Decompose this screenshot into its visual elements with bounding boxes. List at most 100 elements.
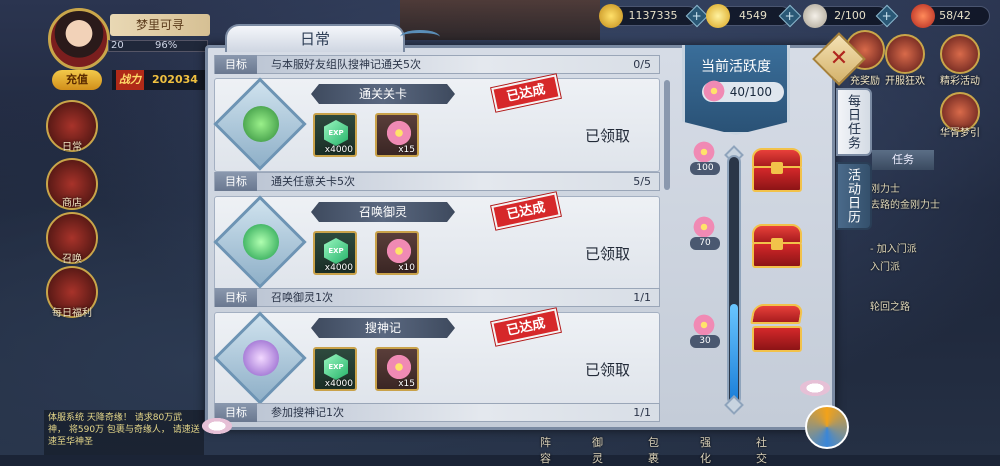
task-title: 通关关卡 [311,84,455,104]
reward-exp[interactable]: EXP x4000 [313,231,357,275]
flower-icon [702,79,726,103]
lock-icon [771,162,783,174]
add-stamina-button[interactable]: + [875,4,899,28]
task-line: 刚力士 [870,184,900,195]
server-carnival-icon[interactable] [885,34,925,74]
exp-gem-icon: EXP [324,238,348,264]
reward-qty: x4000 [324,379,353,389]
reward-flower[interactable]: x15 [375,347,419,391]
flower-icon [385,353,413,381]
milestone-chest-100[interactable] [752,148,802,192]
completed-stamp: 已达成 [491,192,561,230]
recharge-button[interactable]: 充值 [52,70,102,90]
ingot-icon [706,4,730,28]
flower-icon [692,140,716,164]
goal-count: 1/1 [633,291,651,304]
bottom-nav-enhance[interactable]: 强化 [700,434,711,466]
chest-body [752,326,802,352]
reward-qty: x4000 [324,145,353,155]
goal-text: 召唤御灵1次 [271,291,333,304]
task-card: 召唤御灵 已达成 EXP x4000 x10 已领取 [213,192,660,290]
energy-icon [911,4,935,28]
power-label: 战力 [116,70,144,90]
goal-bar: 目标 通关任意关卡5次 5/5 [214,172,660,191]
right-menu-label: 开服狂欢 [885,76,925,87]
game-logo-icon[interactable] [805,405,849,449]
add-gold-button[interactable]: + [685,4,709,28]
player-level: 20 [111,40,124,51]
player-name: 梦里可寻 [110,14,210,36]
task-list-scrollbar[interactable] [664,80,670,190]
goal-count: 1/1 [633,406,651,419]
activity-progress-fill [730,304,738,402]
exp-gem-icon: EXP [324,120,348,146]
task-line: 去路的金刚力士 [870,200,940,211]
gold-value: 1137335 [628,9,678,22]
energy-counter: 58/42 [911,4,990,28]
reward-flower[interactable]: x15 [375,113,419,157]
reward-qty: x10 [398,263,415,273]
goal-text: 参加搜神记1次 [271,406,344,419]
player-exp-percent: 96% [155,40,178,51]
wonderful-event-icon[interactable] [940,34,980,74]
side-nav-label: 召唤 [62,254,82,265]
gold-coin-icon [599,4,623,28]
bottom-nav-social[interactable]: 社交 [756,434,767,466]
side-nav-label: 每日福利 [52,308,92,319]
ingot-counter: 4549 + [706,4,802,28]
bottom-nav-lineup[interactable]: 阵容 [540,434,551,466]
stamina-icon [803,4,827,28]
task-line: 入门派 [870,262,900,273]
right-menu-label: 华胥梦引 [940,128,980,139]
lock-icon [771,238,783,250]
reward-exp[interactable]: EXP x4000 [313,113,357,157]
task-tab[interactable]: 任务 [872,150,934,170]
flower-icon [385,119,413,147]
milestone-chest-30-opened[interactable] [750,304,804,352]
goal-count: 0/5 [633,58,651,71]
chat-box[interactable]: 体服系统 天降奇缘！ 请求80万武神， 将590万 包裹与奇缘人， 请速送速至华… [44,410,204,455]
right-menu-label: 精彩活动 [940,76,980,87]
goal-bar: 目标 与本服好友组队搜神记通关5次 0/5 [214,55,660,74]
task-card: 通关关卡 已达成 EXP x4000 x15 已领取 [213,74,660,172]
energy-value: 58/42 [939,9,971,22]
player-level-bar: 20 96% [108,40,208,52]
claimed-status: 已领取 [585,127,631,145]
reward-qty: x15 [398,379,415,389]
lotus-ornament-icon [202,418,232,434]
activity-progress-track [727,155,741,405]
task-line: 轮回之路 [870,302,910,313]
close-icon: ✕ [829,46,849,71]
goal-bar: 目标 参加搜神记1次 1/1 [214,403,660,422]
power-display: 战力 202034 [112,70,206,90]
goal-tag: 目标 [215,55,257,74]
chest-lid [750,304,804,324]
bottom-nav-bag[interactable]: 包裹 [648,434,659,466]
side-nav-label: 日常 [62,142,82,153]
flower-icon [692,313,716,337]
player-avatar[interactable] [48,8,110,70]
stage-clear-icon [243,106,279,142]
power-value: 202034 [152,73,198,86]
tab-daily-tasks[interactable]: 每日任务 [836,88,872,156]
tab-event-calendar[interactable]: 活动日历 [836,162,872,230]
reward-exp[interactable]: EXP x4000 [313,347,357,391]
milestone-chest-70[interactable] [752,224,802,268]
stamina-value: 2/100 [834,9,866,22]
reward-flower[interactable]: x10 [375,231,419,275]
claimed-status: 已领取 [585,245,631,263]
flower-icon [385,237,413,265]
goal-tag: 目标 [215,172,257,191]
bottom-nav-spirit[interactable]: 御灵 [592,434,603,466]
modal-title: 日常 [225,24,405,52]
activity-title: 当前活跃度 [701,59,771,75]
task-title: 搜神记 [311,318,455,338]
add-ingot-button[interactable]: + [778,4,802,28]
exp-gem-icon: EXP [324,354,348,380]
task-title: 召唤御灵 [311,202,455,222]
reward-qty: x4000 [324,263,353,273]
cloud-ornament-icon [400,30,440,44]
search-god-icon [243,340,279,376]
milestone-label: 30 [690,335,720,348]
completed-stamp: 已达成 [491,308,561,346]
